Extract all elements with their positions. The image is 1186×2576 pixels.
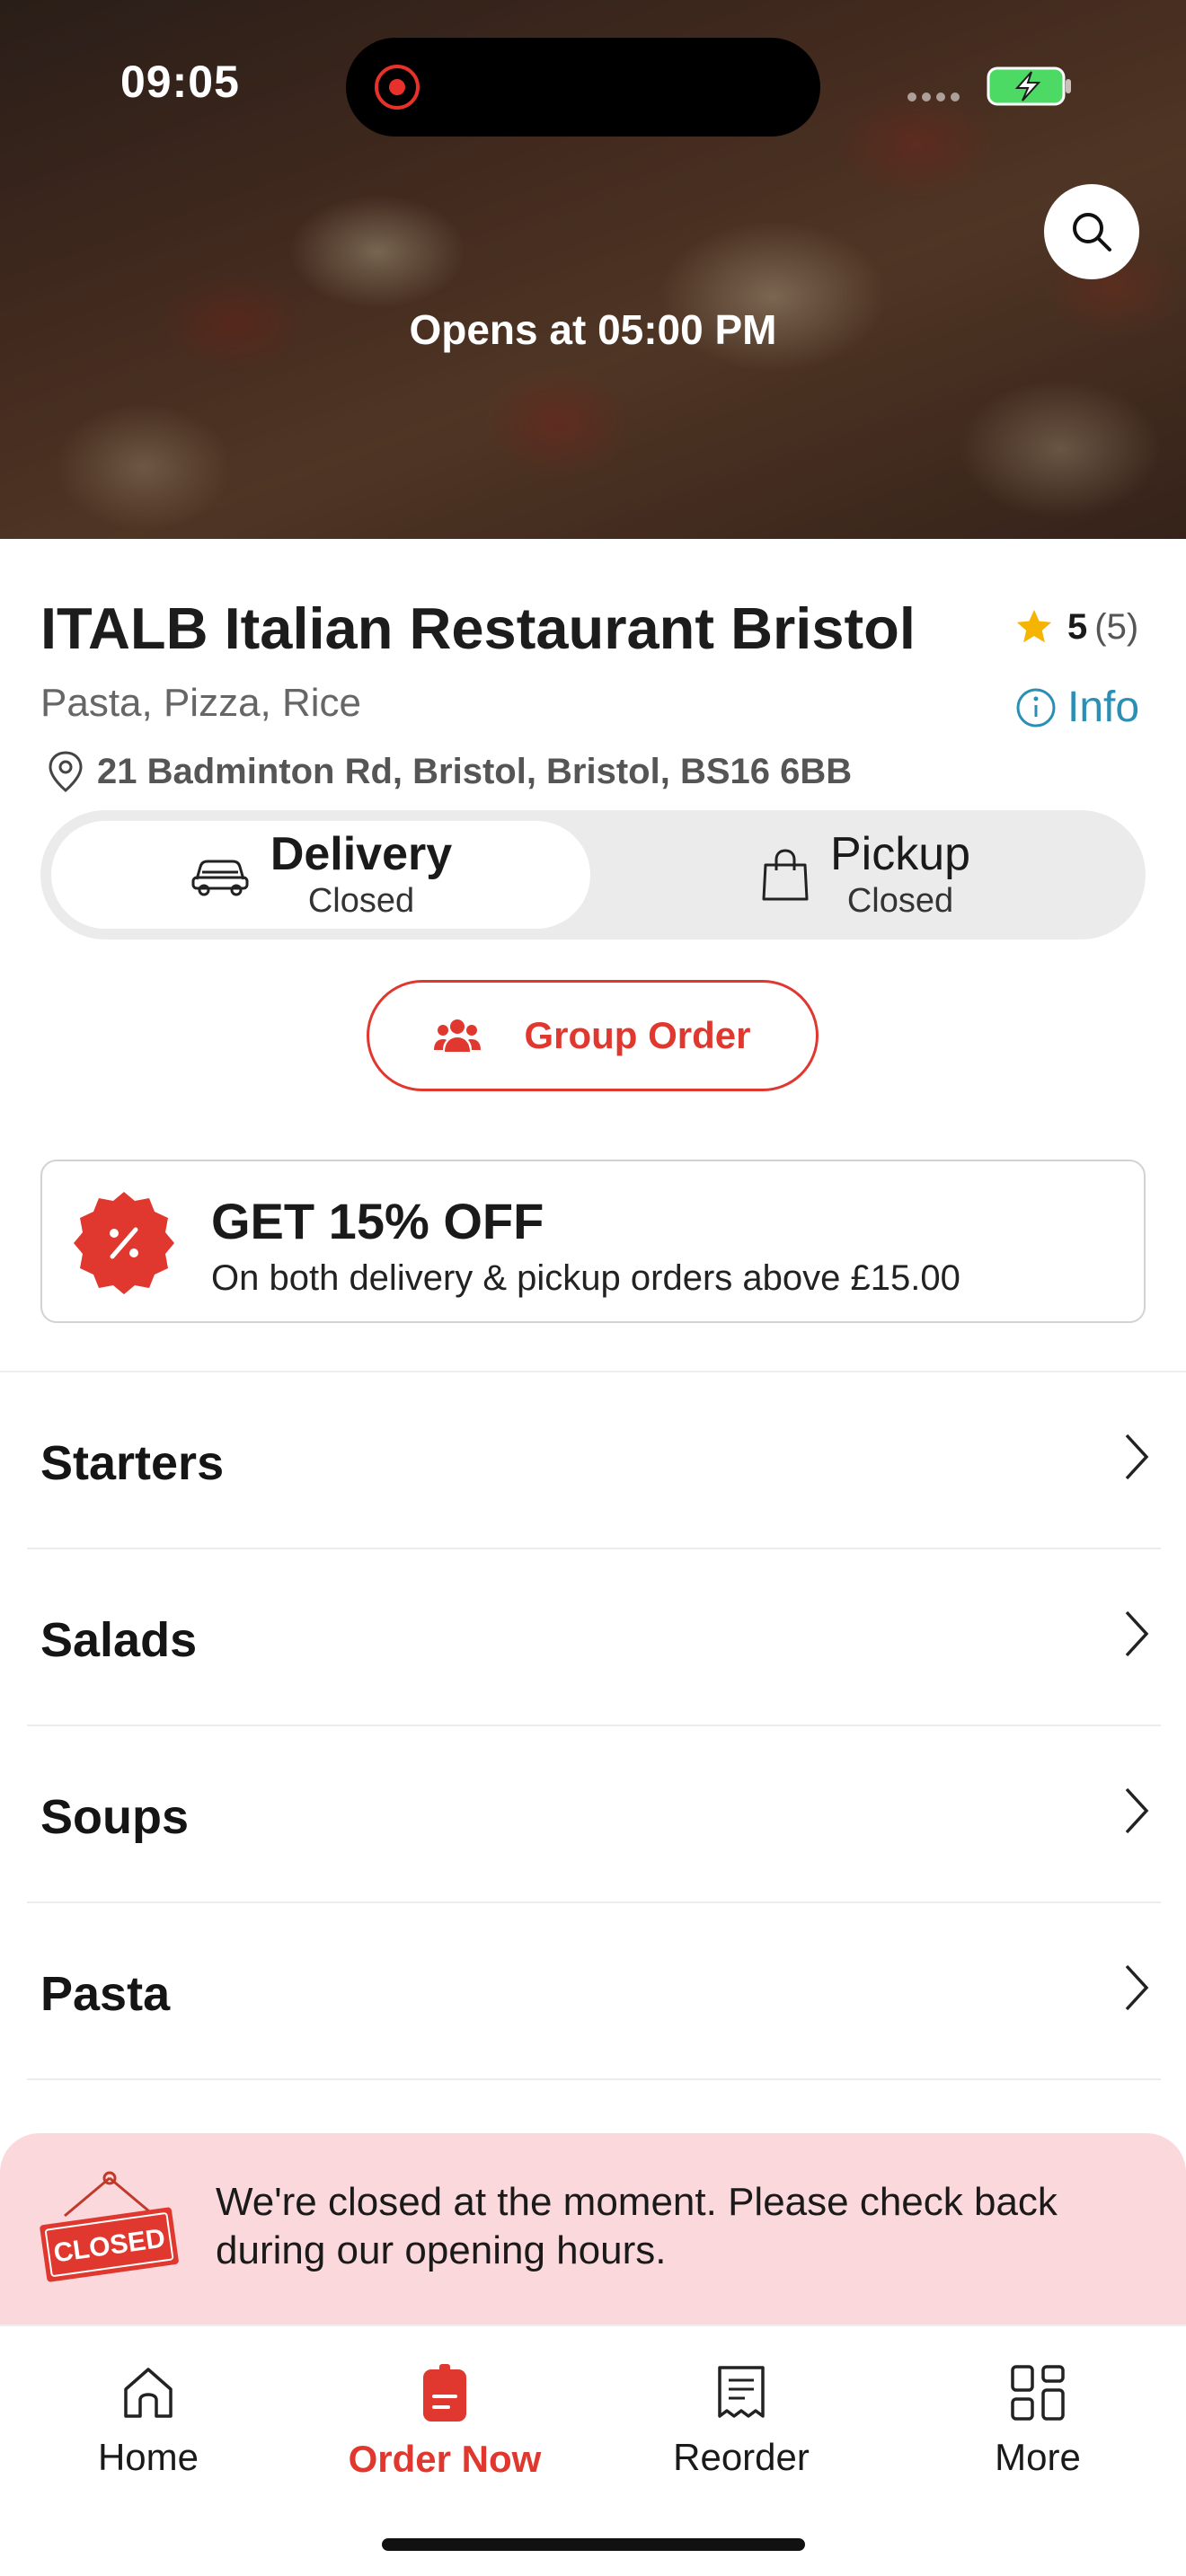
- tab-home[interactable]: Home: [0, 2364, 296, 2479]
- info-label: Info: [1067, 684, 1140, 731]
- category-label: Soups: [40, 1790, 190, 1844]
- tab-label: Reorder: [673, 2436, 810, 2478]
- shopping-bag-icon: [762, 849, 809, 901]
- grid-icon: [1011, 2365, 1065, 2421]
- info-link[interactable]: Info: [1015, 683, 1139, 732]
- category-label: Pasta: [40, 1967, 171, 2021]
- status-time: 09:05: [120, 57, 240, 107]
- group-order-label: Group Order: [524, 1014, 751, 1056]
- pickup-status: Closed: [846, 882, 954, 920]
- group-icon: [434, 1019, 482, 1052]
- home-indicator: [382, 2538, 805, 2551]
- location-pin-icon: [49, 751, 83, 792]
- home-icon: [124, 2368, 173, 2418]
- opening-time-label: Opens at 05:00 PM: [409, 306, 777, 353]
- chevron-right-icon: [1125, 1434, 1149, 1480]
- hero-banner: 09:05 Opens at 05:00 PM: [0, 0, 1186, 539]
- pickup-title: Pickup: [829, 828, 971, 880]
- category-row-pasta[interactable]: Pasta: [27, 1903, 1161, 2080]
- search-icon: [1073, 213, 1111, 251]
- car-icon: [191, 860, 249, 896]
- info-icon: [1016, 688, 1056, 727]
- tab-reorder[interactable]: Reorder: [593, 2364, 890, 2479]
- closed-sign-icon: CLOSED: [40, 2171, 179, 2282]
- delivery-title: Delivery: [270, 828, 453, 880]
- address: 21 Badminton Rd, Bristol, Bristol, BS16 …: [45, 749, 852, 794]
- rating-count: (5): [1094, 606, 1139, 647]
- chevron-right-icon: [1125, 1610, 1149, 1657]
- signal-icon: [907, 90, 965, 106]
- tab-order-now[interactable]: Order Now: [296, 2364, 593, 2481]
- discount-badge-icon: [74, 1192, 174, 1294]
- delivery-option[interactable]: Delivery Closed: [51, 821, 590, 929]
- category-row-salads[interactable]: Salads: [27, 1549, 1161, 1726]
- closed-banner: CLOSED We're closed at the moment. Pleas…: [0, 2133, 1186, 2326]
- category-row-soups[interactable]: Soups: [27, 1726, 1161, 1903]
- recording-icon: [375, 65, 420, 110]
- category-label: Salads: [40, 1613, 198, 1667]
- tab-label: Home: [97, 2436, 199, 2478]
- rating[interactable]: 5 (5): [1013, 606, 1138, 648]
- battery-icon: [987, 66, 1071, 106]
- dynamic-island: [346, 38, 820, 137]
- category-row-starters[interactable]: Starters: [27, 1372, 1161, 1549]
- chevron-right-icon: [1125, 1787, 1149, 1834]
- closed-message: We're closed at the moment. Please check…: [216, 2180, 1058, 2272]
- tab-label: Order Now: [348, 2438, 542, 2480]
- category-label: Starters: [40, 1436, 225, 1490]
- address-text: 21 Badminton Rd, Bristol, Bristol, BS16 …: [97, 751, 853, 791]
- restaurant-name: ITALB Italian Restaurant Bristol: [40, 595, 916, 661]
- chevron-right-icon: [1125, 1964, 1149, 2011]
- star-icon: [1016, 609, 1052, 643]
- pickup-option[interactable]: Pickup Closed: [596, 821, 1135, 929]
- order-icon: [423, 2364, 466, 2422]
- tab-more[interactable]: More: [890, 2364, 1186, 2479]
- promo-title: GET 15% OFF: [211, 1193, 544, 1249]
- tab-label: More: [995, 2436, 1081, 2478]
- order-mode-toggle: Delivery Closed Pickup Closed: [40, 810, 1146, 940]
- receipt-icon: [718, 2366, 765, 2418]
- search-button[interactable]: [1044, 184, 1139, 279]
- cuisine-list: Pasta, Pizza, Rice: [40, 681, 362, 725]
- group-order-button[interactable]: Group Order: [367, 980, 819, 1091]
- promo-card[interactable]: GET 15% OFF On both delivery & pickup or…: [40, 1160, 1146, 1323]
- delivery-status: Closed: [307, 882, 415, 920]
- promo-subtitle: On both delivery & pickup orders above £…: [211, 1258, 960, 1298]
- rating-value: 5: [1067, 606, 1088, 647]
